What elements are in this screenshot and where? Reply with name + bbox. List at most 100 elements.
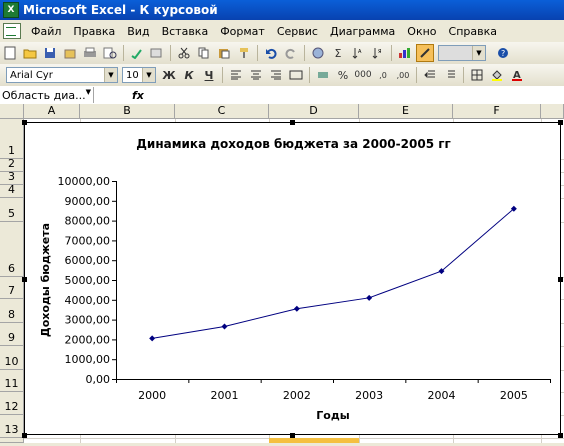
underline-button[interactable]: Ч xyxy=(200,66,218,84)
workbook-icon[interactable] xyxy=(3,23,21,39)
redo-icon[interactable] xyxy=(282,44,300,62)
menu-format[interactable]: Формат xyxy=(214,25,271,38)
menu-file[interactable]: Файл xyxy=(25,25,67,38)
sort-descending-icon[interactable]: Я xyxy=(369,44,387,62)
column-header-e[interactable]: E xyxy=(359,104,453,119)
row-header-13[interactable]: 13 xyxy=(0,415,24,438)
column-header-g[interactable] xyxy=(541,104,564,119)
menu-view[interactable]: Вид xyxy=(121,25,155,38)
format-painter-icon[interactable] xyxy=(235,44,253,62)
row-header-1[interactable]: 1 xyxy=(0,119,24,159)
increase-indent-icon[interactable] xyxy=(441,66,459,84)
menu-tools[interactable]: Сервис xyxy=(271,25,324,38)
row-header-5[interactable]: 5 xyxy=(0,198,24,222)
save-icon[interactable] xyxy=(41,44,59,62)
borders-icon[interactable] xyxy=(468,66,486,84)
print-icon[interactable] xyxy=(81,44,99,62)
resize-handle-top-middle[interactable] xyxy=(290,120,295,125)
menu-chart[interactable]: Диаграмма xyxy=(324,25,401,38)
sort-ascending-icon[interactable]: A xyxy=(349,44,367,62)
help-icon[interactable]: ? xyxy=(494,44,512,62)
resize-handle-middle-left[interactable] xyxy=(22,277,27,282)
row-header-12[interactable]: 12 xyxy=(0,392,24,415)
fill-color-icon[interactable] xyxy=(488,66,506,84)
chevron-down-icon[interactable]: ▼ xyxy=(472,46,485,60)
align-center-icon[interactable] xyxy=(247,66,265,84)
menu-insert[interactable]: Вставка xyxy=(156,25,215,38)
data-point-marker[interactable] xyxy=(293,305,300,312)
undo-icon[interactable] xyxy=(262,44,280,62)
select-all-corner[interactable] xyxy=(0,104,24,119)
resize-handle-middle-right[interactable] xyxy=(558,277,563,282)
column-header-b[interactable]: B xyxy=(80,104,175,119)
drawing-icon[interactable] xyxy=(416,44,434,62)
row-header-4[interactable]: 4 xyxy=(0,183,24,198)
bold-button[interactable]: Ж xyxy=(160,66,178,84)
svg-text:Я: Я xyxy=(378,49,381,55)
chevron-down-icon[interactable]: ▼ xyxy=(86,88,91,96)
resize-handle-bottom-middle[interactable] xyxy=(290,433,295,438)
percent-button[interactable]: % xyxy=(334,66,352,84)
data-point-marker[interactable] xyxy=(366,294,373,301)
new-icon[interactable] xyxy=(1,44,19,62)
menu-edit[interactable]: Правка xyxy=(67,25,121,38)
paste-icon[interactable] xyxy=(215,44,233,62)
italic-button[interactable]: К xyxy=(180,66,198,84)
chevron-down-icon[interactable]: ▼ xyxy=(142,68,155,82)
row-header-9[interactable]: 9 xyxy=(0,323,24,346)
x-axis-label: Годы xyxy=(316,409,349,422)
permission-icon[interactable] xyxy=(61,44,79,62)
zoom-combo[interactable]: ▼ xyxy=(438,45,486,61)
toolbar-separator xyxy=(309,67,310,83)
autosum-icon[interactable]: Σ xyxy=(329,44,347,62)
chevron-down-icon[interactable]: ▼ xyxy=(104,68,117,82)
decrease-decimal-icon[interactable]: ,00 xyxy=(394,66,412,84)
column-header-a[interactable]: A xyxy=(24,104,80,119)
column-header-c[interactable]: C xyxy=(175,104,269,119)
column-header-d[interactable]: D xyxy=(269,104,359,119)
align-left-icon[interactable] xyxy=(227,66,245,84)
column-header-f[interactable]: F xyxy=(453,104,541,119)
series-line[interactable] xyxy=(152,208,515,339)
row-header-11[interactable]: 11 xyxy=(0,370,24,392)
resize-handle-bottom-right[interactable] xyxy=(558,433,563,438)
merge-center-icon[interactable] xyxy=(287,66,305,84)
row-header-14[interactable] xyxy=(0,438,24,443)
resize-handle-top-right[interactable] xyxy=(558,120,563,125)
menu-window[interactable]: Окно xyxy=(401,25,442,38)
formatting-toolbar: Arial Cyr ▼ 10 ▼ Ж К Ч % 000 ,0 ,00 A xyxy=(0,64,564,87)
currency-icon[interactable] xyxy=(314,66,332,84)
open-icon[interactable] xyxy=(21,44,39,62)
hyperlink-icon[interactable] xyxy=(309,44,327,62)
chart-plot: 0,00 1000,00 2000,00 3000,00 4000,00 5000,00 6… xyxy=(39,175,551,422)
row-header-8[interactable]: 8 xyxy=(0,299,24,323)
row-header-10[interactable]: 10 xyxy=(0,346,24,370)
row-header-6[interactable]: 6 xyxy=(0,222,24,277)
spelling-icon[interactable] xyxy=(128,44,146,62)
print-preview-icon[interactable] xyxy=(101,44,119,62)
research-icon[interactable] xyxy=(148,44,166,62)
copy-icon[interactable] xyxy=(195,44,213,62)
font-color-icon[interactable]: A xyxy=(508,66,526,84)
resize-handle-bottom-left[interactable] xyxy=(22,433,27,438)
data-point-marker[interactable] xyxy=(149,335,156,342)
y-tick-label: 5000,00 xyxy=(65,274,111,287)
menu-help[interactable]: Справка xyxy=(443,25,503,38)
row-header-7[interactable]: 7 xyxy=(0,277,24,299)
fx-icon[interactable]: fx xyxy=(132,89,144,102)
name-box[interactable]: Область диа... ▼ xyxy=(0,87,94,103)
decrease-indent-icon[interactable] xyxy=(421,66,439,84)
font-size-combo[interactable]: 10 ▼ xyxy=(122,67,156,83)
comma-style-icon[interactable]: 000 xyxy=(354,66,372,84)
font-name-combo[interactable]: Arial Cyr ▼ xyxy=(6,67,118,83)
font-name-value: Arial Cyr xyxy=(10,69,53,81)
resize-handle-top-left[interactable] xyxy=(22,120,27,125)
excel-icon[interactable]: X xyxy=(3,2,19,18)
chart-wizard-icon[interactable] xyxy=(396,44,414,62)
align-right-icon[interactable] xyxy=(267,66,285,84)
cut-icon[interactable] xyxy=(175,44,193,62)
increase-decimal-icon[interactable]: ,0 xyxy=(374,66,392,84)
data-point-marker[interactable] xyxy=(221,323,228,330)
y-tick-label: 0,00 xyxy=(86,373,111,386)
chart-area[interactable]: Динамика доходов бюджета за 2000-2005 гг… xyxy=(24,122,561,435)
